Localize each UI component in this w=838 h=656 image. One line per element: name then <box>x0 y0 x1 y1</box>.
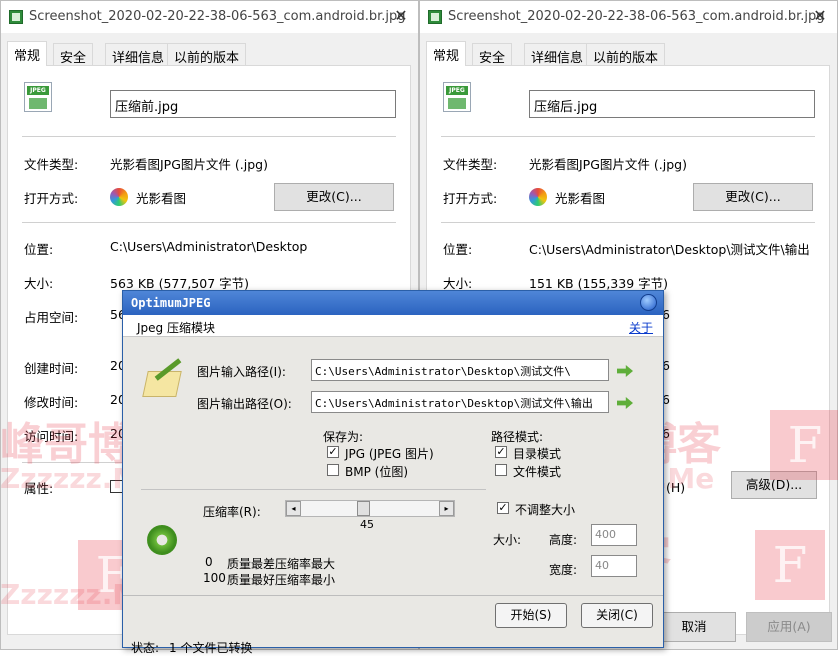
disk-size-label: 占用空间: <box>24 310 79 325</box>
divider <box>123 595 663 596</box>
close-button[interactable]: 关闭(C) <box>581 603 653 628</box>
image-file-icon <box>9 10 23 24</box>
close-icon[interactable]: ✕ <box>390 5 412 27</box>
hint-max-text: 质量最好压缩率最小 <box>227 573 336 587</box>
file-mode-checkbox[interactable] <box>495 464 507 476</box>
open-with-label: 打开方式: <box>24 191 79 206</box>
title-bar[interactable]: Screenshot_2020-02-20-22-38-06-563_com.a… <box>420 1 837 33</box>
advanced-button[interactable]: 高级(D)... <box>731 471 817 499</box>
width-input[interactable]: 40 <box>591 555 637 577</box>
window-title: Screenshot_2020-02-20-22-38-06-563_com.a… <box>29 9 406 24</box>
jpg-checkbox[interactable]: ✓ <box>327 446 339 458</box>
created-label: 创建时间: <box>24 361 79 376</box>
window-title: Screenshot_2020-02-20-22-38-06-563_com.a… <box>448 9 825 24</box>
modified-label: 修改时间: <box>24 395 79 410</box>
ratio-label: 压缩率(R): <box>203 505 261 519</box>
hint-min-value: 0 <box>205 555 213 569</box>
slider-right-arrow-icon[interactable]: ▸ <box>439 501 454 516</box>
location-value: C:\Users\Administrator\Desktop\测试文件\输出 <box>529 242 810 257</box>
photo-viewer-app-icon <box>110 188 128 206</box>
tab-general[interactable]: 常规 <box>7 41 48 66</box>
tab-details[interactable]: 详细信息 <box>105 43 172 66</box>
keep-size-checkbox[interactable]: ✓ <box>497 502 509 514</box>
jpeg-file-icon: JPEG <box>443 82 471 112</box>
bmp-checkbox[interactable] <box>327 464 339 476</box>
filename-input[interactable]: 压缩后.jpg <box>529 90 815 118</box>
slider-left-arrow-icon[interactable]: ◂ <box>286 501 301 516</box>
image-file-icon <box>428 10 442 24</box>
dir-mode-checkbox[interactable]: ✓ <box>495 446 507 458</box>
output-path-label: 图片输出路径(O): <box>197 397 292 411</box>
about-link[interactable]: 关于 <box>629 319 653 336</box>
jpg-option-label: JPG (JPEG 图片) <box>345 447 434 461</box>
open-with-app: 光影看图 <box>555 191 606 206</box>
start-button[interactable]: 开始(S) <box>495 603 567 628</box>
tab-security[interactable]: 安全 <box>472 43 513 66</box>
apply-button[interactable]: 应用(A) <box>746 612 832 642</box>
cancel-button[interactable]: 取消 <box>652 612 736 642</box>
location-label: 位置: <box>24 242 54 257</box>
tab-previous-versions[interactable]: 以前的版本 <box>586 43 666 66</box>
tab-details[interactable]: 详细信息 <box>524 43 591 66</box>
browse-output-icon[interactable] <box>617 397 633 409</box>
hidden-attribute-label: (H) <box>666 480 686 495</box>
slider-thumb[interactable] <box>357 501 370 516</box>
bmp-option-label: BMP (位图) <box>345 465 409 479</box>
dialog-header: Jpeg 压缩模块 关于 <box>123 315 663 337</box>
photo-viewer-app-icon <box>529 188 547 206</box>
jpeg-file-icon: JPEG <box>24 82 52 112</box>
title-bar[interactable]: Screenshot_2020-02-20-22-38-06-563_com.a… <box>1 1 418 33</box>
gear-icon <box>147 525 177 555</box>
input-path-field[interactable]: C:\Users\Administrator\Desktop\测试文件\ <box>311 359 609 381</box>
file-type-value: 光影看图JPG图片文件 (.jpg) <box>529 157 687 172</box>
divider <box>141 489 486 490</box>
attributes-label: 属性: <box>24 481 54 496</box>
dialog-title-bar[interactable]: OptimumJPEG <box>123 291 663 315</box>
file-type-value: 光影看图JPG图片文件 (.jpg) <box>110 157 268 172</box>
tab-general[interactable]: 常规 <box>426 41 467 66</box>
ratio-value: 45 <box>360 518 374 531</box>
size-label: 大小: <box>24 276 54 291</box>
input-path-label: 图片输入路径(I): <box>197 365 286 379</box>
change-button[interactable]: 更改(C)... <box>274 183 394 211</box>
status-label: 状态: <box>131 641 160 655</box>
output-path-field[interactable]: C:\Users\Administrator\Desktop\测试文件\输出 <box>311 391 609 413</box>
module-title: Jpeg 压缩模块 <box>137 321 215 335</box>
tab-previous-versions[interactable]: 以前的版本 <box>167 43 247 66</box>
hint-min-text: 质量最差压缩率最大 <box>227 557 336 571</box>
browse-input-icon[interactable] <box>617 365 633 377</box>
close-orb-icon[interactable] <box>640 294 657 311</box>
file-type-label: 文件类型: <box>443 157 498 172</box>
change-button[interactable]: 更改(C)... <box>693 183 813 211</box>
close-icon[interactable]: ✕ <box>809 5 831 27</box>
optimumjpeg-dialog: OptimumJPEG Jpeg 压缩模块 关于 图片输入路径(I): C:\U… <box>122 290 664 655</box>
open-with-label: 打开方式: <box>443 191 498 206</box>
save-as-label: 保存为: <box>323 430 364 444</box>
keep-size-label: 不调整大小 <box>515 503 576 517</box>
height-label: 高度: <box>549 533 578 547</box>
status-text: 1 个文件已转换 <box>169 641 253 655</box>
file-mode-label: 文件模式 <box>513 465 562 479</box>
dialog-title: OptimumJPEG <box>131 296 211 310</box>
tab-security[interactable]: 安全 <box>53 43 94 66</box>
accessed-label: 访问时间: <box>24 429 79 444</box>
ratio-slider[interactable]: ◂ ▸ <box>285 500 455 517</box>
width-label: 宽度: <box>549 563 578 577</box>
path-mode-label: 路径模式: <box>491 430 544 444</box>
open-with-app: 光影看图 <box>136 191 187 206</box>
location-value: C:\Users\Administrator\Desktop <box>110 239 308 254</box>
location-label: 位置: <box>443 242 473 257</box>
dimensions-label: 大小: <box>493 533 522 547</box>
hint-max-value: 100 <box>203 571 226 585</box>
file-type-label: 文件类型: <box>24 157 79 172</box>
dir-mode-label: 目录模式 <box>513 447 562 461</box>
height-input[interactable]: 400 <box>591 524 637 546</box>
filename-input[interactable]: 压缩前.jpg <box>110 90 396 118</box>
